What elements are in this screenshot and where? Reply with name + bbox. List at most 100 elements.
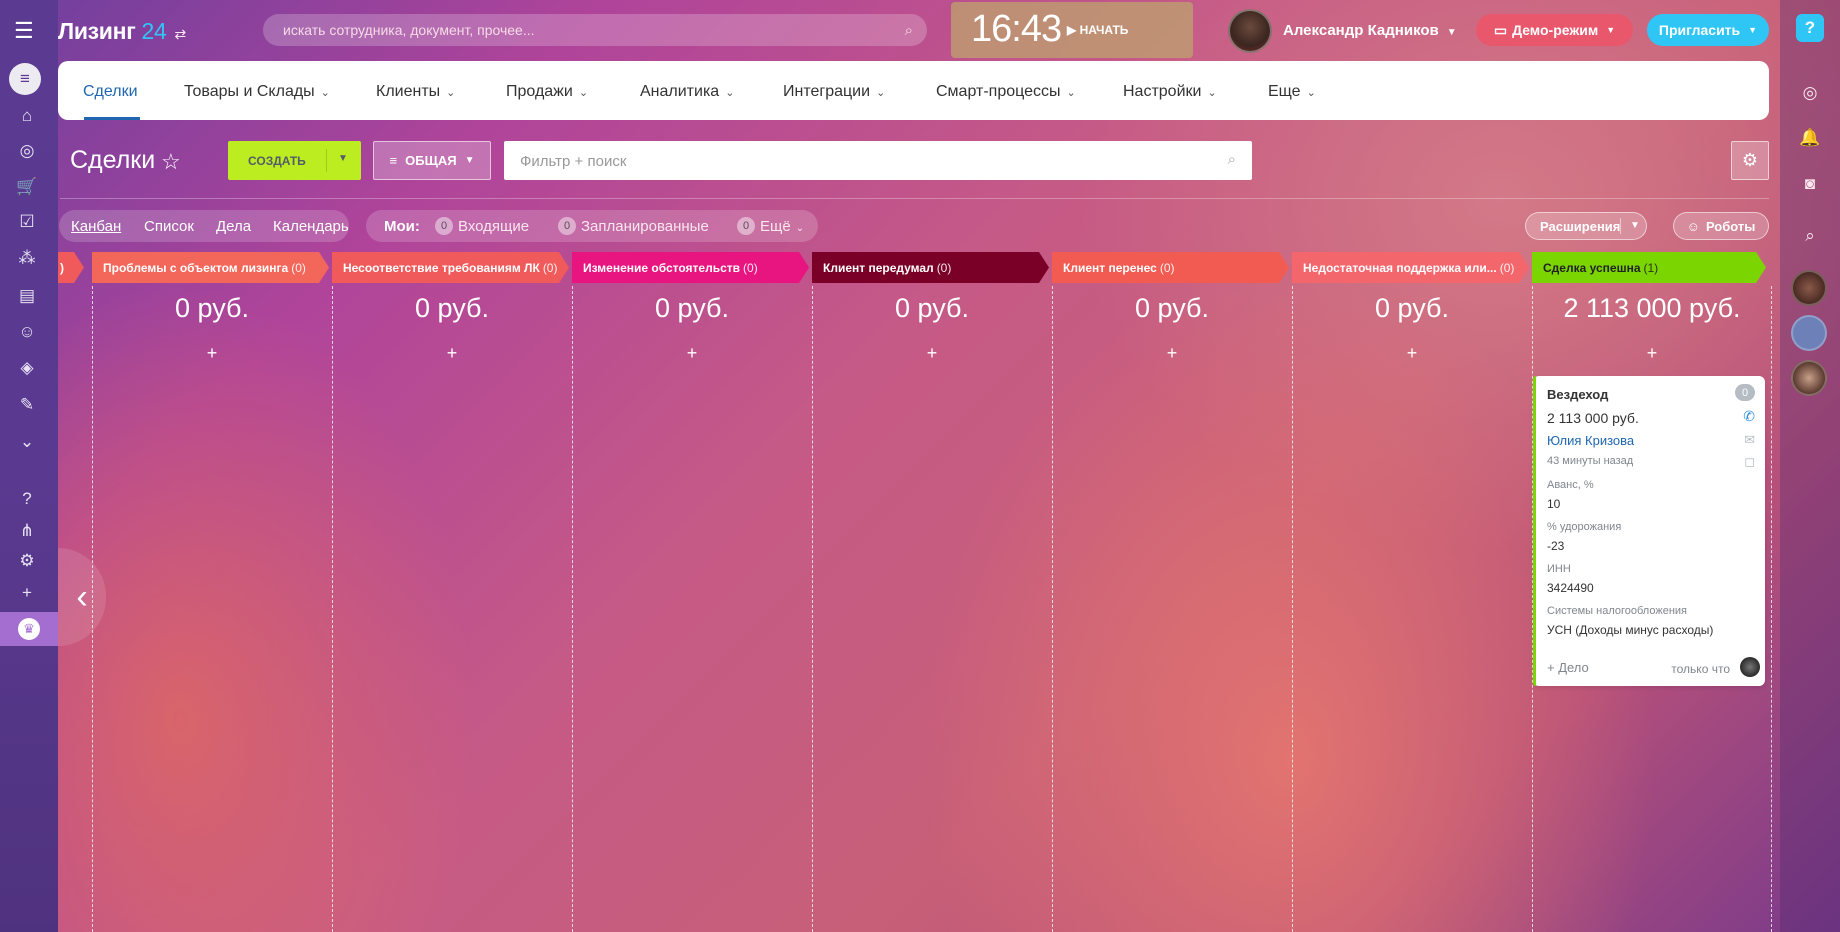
demo-mode-button[interactable]: ▭ Демо-режим ▼ [1476,14,1633,46]
cart-icon[interactable]: 🛒 [14,174,40,200]
settings-icon[interactable]: ⚙ [14,548,40,574]
more-down-icon[interactable]: ⌄ [14,429,40,455]
quick-add-button[interactable]: + [1292,343,1532,364]
filter-icon[interactable]: ≡ [9,63,41,95]
search-icon[interactable]: ⌕ [905,22,913,39]
column-header[interactable]: Клиент передумал (0) [812,252,1049,283]
planned-filter[interactable]: Запланированные [581,218,709,235]
mail-icon[interactable]: ✉ [1744,432,1755,448]
scroll-left-button[interactable]: ‹ [58,548,106,646]
column-header[interactable]: Проблемы с объектом лизинга (0) [92,252,329,283]
target-icon[interactable]: ◎ [14,138,40,164]
chevron-down-icon[interactable]: ▼ [1630,220,1640,231]
user-avatar[interactable] [1228,9,1272,53]
quick-add-button[interactable]: + [92,343,332,364]
nav-item-integrations[interactable]: Интеграции ⌄ [783,83,885,101]
user-menu[interactable]: Александр Кадников ▼ [1283,22,1457,39]
bell-icon[interactable]: 🔔 [1798,126,1822,150]
chat-icon[interactable]: ◙ [1798,172,1822,196]
column-count: (0) [743,260,758,275]
nav-item-clients[interactable]: Клиенты ⌄ [376,83,455,101]
start-workday-button[interactable]: ▶ НАЧАТЬ [1067,23,1128,37]
share-icon[interactable]: ⁂ [14,245,40,271]
group-avatar[interactable] [1791,315,1827,351]
crown-button[interactable]: ♛ [0,612,58,646]
deal-card[interactable]: Вездеход 0 2 113 000 руб. ✆ Юлия Кризова… [1533,376,1765,686]
nav-item-sales[interactable]: Продажи ⌄ [506,83,588,101]
card-updated-time: только что [1671,662,1730,676]
column-sum: 0 руб. [655,293,729,323]
chat-icon[interactable]: ◻ [1744,454,1755,470]
search-icon[interactable]: ⌕ [1228,151,1236,168]
card-contact[interactable]: Юлия Кризова [1547,433,1634,448]
tab-activities[interactable]: Дела [216,218,251,235]
sign-icon[interactable]: ✎ [14,392,40,418]
quick-add-button[interactable]: + [1052,343,1292,364]
bank-icon[interactable]: ⌂ [14,103,40,129]
quick-add-button[interactable]: + [812,343,1052,364]
column-header-partial[interactable]: ) [58,252,84,283]
invite-button[interactable]: Пригласить ▼ [1647,14,1769,46]
tab-calendar[interactable]: Календарь [273,218,349,235]
column-header[interactable]: Сделка успешна (1) [1532,252,1766,283]
nav-item-more[interactable]: Еще ⌄ [1268,83,1316,101]
nav-item-goods[interactable]: Товары и Склады ⌄ [184,83,330,101]
chevron-down-icon[interactable]: ▼ [338,153,348,164]
settings-button[interactable]: ⚙ [1731,141,1769,180]
quick-add-button[interactable]: + [572,343,812,364]
phone-icon[interactable]: ✆ [1743,408,1755,425]
card-stage-bar [1533,376,1536,686]
column-header[interactable]: Несоответствие требованиям ЛК (0) [332,252,569,283]
top-search[interactable]: искать сотрудника, документ, прочее... ⌕ [263,14,927,46]
tab-kanban[interactable]: Канбан [71,218,121,235]
robot-icon[interactable]: ☺ [14,319,40,345]
column-header[interactable]: Изменение обстоятельств (0) [572,252,809,283]
user-name: Александр Кадников [1283,22,1439,39]
quick-add-button[interactable]: + [332,343,572,364]
nav-item-deals[interactable]: Сделки [83,83,138,101]
planned-count: 0 [558,217,576,235]
search-input[interactable]: искать сотрудника, документ, прочее... [283,22,905,38]
filter-preset-button[interactable]: ≡ ОБЩАЯ ▼ [373,141,491,180]
responsible-avatar[interactable] [1740,657,1760,677]
filter-search-input[interactable]: Фильтр + поиск ⌕ [504,141,1252,180]
contacts-icon[interactable]: ▤ [14,283,40,309]
switch-icon[interactable]: ⇄ [175,26,187,42]
more-filter[interactable]: Ещё ⌄ [760,218,804,235]
add-activity-button[interactable]: + Дело [1547,660,1589,675]
help-icon[interactable]: ? [14,486,40,512]
nav-item-smart-processes[interactable]: Смарт-процессы ⌄ [936,83,1076,101]
nav-item-settings[interactable]: Настройки ⌄ [1123,83,1217,101]
chevron-down-icon: ⌄ [578,87,589,99]
field-label: Аванс, % [1547,479,1594,491]
tab-list[interactable]: Список [144,218,194,235]
start-label: НАЧАТЬ [1079,23,1129,37]
plus-icon[interactable]: + [14,580,40,606]
star-icon[interactable]: ☆ [161,149,181,175]
create-button[interactable]: СОЗДАТЬ ▼ [228,141,361,180]
active-tab-underline [84,117,140,120]
search-icon[interactable]: ⌕ [1798,224,1822,248]
avatar[interactable] [1791,360,1827,396]
logo[interactable]: Лизинг 24 ⇄ [58,18,186,45]
field-value: 3424490 [1547,581,1594,595]
tasks-icon[interactable]: ☑ [14,209,40,235]
nav-item-analytics[interactable]: Аналитика ⌄ [640,83,734,101]
avatar[interactable] [1791,270,1827,306]
demo-label: Демо-режим [1512,22,1599,38]
help-button[interactable]: ? [1796,14,1824,42]
chevron-down-icon: ▼ [1446,27,1457,38]
column-header[interactable]: Клиент перенес (0) [1052,252,1289,283]
copilot-icon[interactable]: ◎ [1798,81,1822,105]
quick-add-button[interactable]: + [1532,343,1772,364]
robots-button[interactable]: ☺ Роботы [1673,212,1769,240]
incoming-filter[interactable]: Входящие [458,218,529,235]
card-title[interactable]: Вездеход [1547,387,1608,402]
time-tracker[interactable]: 16:43 ▶ НАЧАТЬ [951,2,1193,58]
box-icon[interactable]: ◈ [14,355,40,381]
menu-icon[interactable]: ☰ [14,18,38,44]
column-header[interactable]: Недостаточная поддержка или... (0) [1292,252,1529,283]
extensions-button[interactable]: Расширения ▼ [1525,212,1647,240]
structure-icon[interactable]: ⋔ [14,518,40,544]
robot-icon: ☺ [1686,218,1700,234]
